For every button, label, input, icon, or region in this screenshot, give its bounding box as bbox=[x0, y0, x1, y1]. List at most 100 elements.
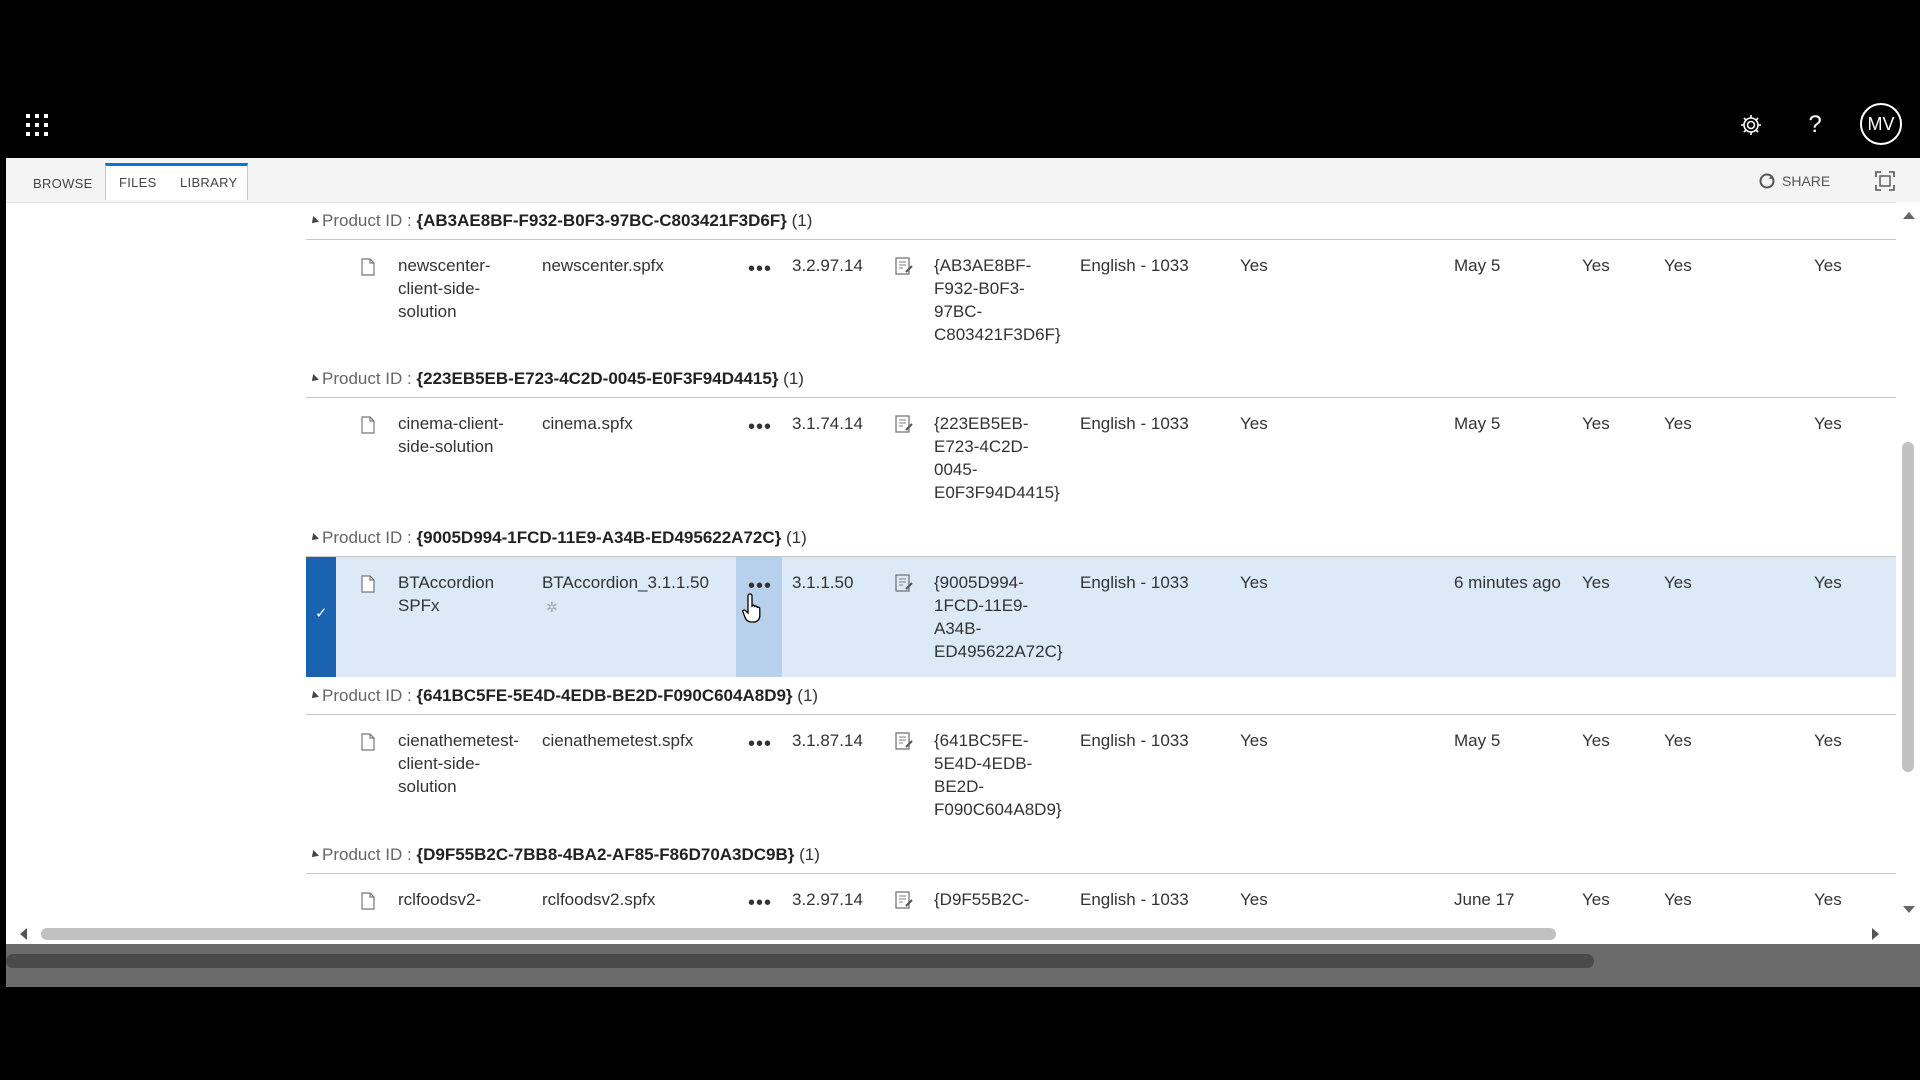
version-cell: 3.2.97.14 bbox=[792, 256, 863, 275]
tab-browse[interactable]: BROWSE bbox=[33, 166, 93, 202]
yes-cell: Yes bbox=[1664, 414, 1692, 433]
browser-frame: ? MV BROWSE FILES LIBRARY SHARE Product … bbox=[6, 92, 1920, 987]
file-name-link[interactable]: rclfoodsv2.spfx bbox=[542, 888, 655, 911]
collapse-triangle-icon[interactable] bbox=[309, 850, 319, 860]
group-count: (1) bbox=[797, 686, 819, 705]
group-header[interactable]: Product ID : {9005D994-1FCD-11E9-A34B-ED… bbox=[306, 519, 1896, 557]
table-row[interactable]: rclfoodsv2- rclfoodsv2.spfx ••• 3.2.97.1… bbox=[306, 874, 1896, 924]
edit-properties-icon[interactable] bbox=[894, 890, 914, 910]
scroll-down-arrow[interactable] bbox=[1903, 906, 1915, 913]
edit-properties-icon[interactable] bbox=[894, 573, 914, 593]
more-options-cell: ••• bbox=[736, 874, 782, 924]
suite-bar: ? MV bbox=[6, 92, 1920, 158]
title-cell[interactable]: BTAccordion SPFx bbox=[398, 571, 538, 617]
modified-cell: May 5 bbox=[1454, 414, 1501, 433]
title-line: side-solution bbox=[398, 437, 494, 456]
settings-gear-icon[interactable] bbox=[1734, 108, 1768, 142]
group-product-id: {223EB5EB-E723-4C2D-0045-E0F3F94D4415} bbox=[416, 369, 779, 388]
scroll-right-arrow[interactable] bbox=[1872, 928, 1879, 940]
yes-cell: Yes bbox=[1664, 890, 1692, 909]
title-cell[interactable]: cienathemetest-client-side-solution bbox=[398, 729, 538, 798]
tab-library[interactable]: LIBRARY bbox=[180, 166, 238, 200]
version-cell: 3.1.1.50 bbox=[792, 573, 854, 592]
product-id-cell: {AB3AE8BF- F932-B0F3- 97BC- C803421F3D6F} bbox=[934, 254, 1061, 346]
title-line: rclfoodsv2- bbox=[398, 890, 482, 909]
title-cell[interactable]: cinema-client-side-solution bbox=[398, 412, 538, 458]
product-id-line: {AB3AE8BF- bbox=[934, 256, 1032, 275]
product-id-line: ED495622A72C} bbox=[934, 642, 1063, 661]
title-cell[interactable]: newscenter-client-side-solution bbox=[398, 254, 538, 323]
collapse-triangle-icon[interactable] bbox=[309, 691, 319, 701]
file-name-link[interactable]: cienathemetest.spfx bbox=[542, 729, 693, 752]
product-group: Product ID : {641BC5FE- 5E4D-4EDB- BE2D- F0… bbox=[306, 677, 1896, 835]
version-cell: 3.2.97.14 bbox=[792, 890, 863, 909]
share-label: SHARE bbox=[1782, 173, 1831, 189]
product-id-line: 0045- bbox=[934, 460, 978, 479]
group-product-id: {641BC5FE-5E4D-4EDB-BE2D-F090C604A8D9} bbox=[416, 686, 793, 705]
group-header[interactable]: Product ID : {641BC5FE-5E4D-4EDB-BE2D-F0… bbox=[306, 677, 1896, 715]
more-options-cell: ••• bbox=[736, 398, 782, 518]
horizontal-scroll-thumb[interactable] bbox=[41, 928, 1556, 940]
product-id-line: E0F3F94D4415} bbox=[934, 483, 1060, 502]
focus-mode-icon[interactable] bbox=[1874, 170, 1896, 192]
document-icon bbox=[361, 733, 375, 751]
title-line: client-side- bbox=[398, 279, 481, 298]
file-name-link[interactable]: cinema.spfx bbox=[542, 412, 633, 435]
table-row[interactable]: newscenter-client-side-solution newscent… bbox=[306, 240, 1896, 360]
product-id-line: {223EB5EB- bbox=[934, 414, 1029, 433]
group-header[interactable]: Product ID : {223EB5EB-E723-4C2D-0045-E0… bbox=[306, 360, 1896, 398]
row-selection-checkbox[interactable]: ✓ bbox=[306, 557, 336, 677]
edit-properties-icon[interactable] bbox=[894, 256, 914, 276]
table-row[interactable]: cienathemetest-client-side-solution cien… bbox=[306, 715, 1896, 835]
edit-properties-icon[interactable] bbox=[894, 414, 914, 434]
product-group: Product ID : {AB3AE8BF- F932-B0F3- 97BC- C8… bbox=[306, 202, 1896, 360]
collapse-triangle-icon[interactable] bbox=[309, 374, 319, 384]
more-options-icon[interactable]: ••• bbox=[748, 416, 772, 439]
outer-scroll-thumb[interactable] bbox=[6, 954, 1594, 968]
vertical-scroll-thumb[interactable] bbox=[1902, 442, 1914, 772]
tab-files[interactable]: FILES bbox=[119, 166, 157, 200]
product-id-line: {D9F55B2C- bbox=[934, 890, 1030, 909]
file-name-link[interactable]: newscenter.spfx bbox=[542, 254, 664, 277]
product-id-line: {9005D994- bbox=[934, 573, 1024, 592]
collapse-triangle-icon[interactable] bbox=[309, 216, 319, 226]
yes-cell: Yes bbox=[1814, 414, 1842, 433]
collapse-triangle-icon[interactable] bbox=[309, 533, 319, 543]
avatar[interactable]: MV bbox=[1860, 103, 1902, 145]
group-label: Product ID : bbox=[322, 211, 412, 230]
yes-cell: Yes bbox=[1582, 573, 1610, 592]
app-launcher-icon[interactable] bbox=[26, 114, 48, 136]
group-product-id: {9005D994-1FCD-11E9-A34B-ED495622A72C} bbox=[416, 528, 782, 547]
share-button[interactable]: SHARE bbox=[1758, 172, 1830, 190]
table-row[interactable]: ✓ BTAccordion SPFx BTAccordion_3.1.1.50 ✲… bbox=[306, 557, 1896, 677]
product-group: Product ID : {D9F55B2C-7BB8-4BA2-AF85-F8… bbox=[306, 836, 1896, 924]
share-icon bbox=[1759, 173, 1775, 189]
yes-cell: Yes bbox=[1814, 256, 1842, 275]
group-product-id: {D9F55B2C-7BB8-4BA2-AF85-F86D70A3DC9B} bbox=[416, 845, 795, 864]
product-group: Product ID : {9005D994- 1FCD-11E9- A34B- ED… bbox=[306, 519, 1896, 677]
more-options-cell: ••• bbox=[736, 715, 782, 835]
title-cell[interactable]: rclfoodsv2- bbox=[398, 888, 538, 911]
table-row[interactable]: cinema-client-side-solution cinema.spfx … bbox=[306, 398, 1896, 518]
group-header[interactable]: Product ID : {D9F55B2C-7BB8-4BA2-AF85-F8… bbox=[306, 836, 1896, 874]
more-options-icon[interactable]: ••• bbox=[748, 733, 772, 756]
edit-properties-icon[interactable] bbox=[894, 731, 914, 751]
title-line: BTAccordion bbox=[398, 573, 495, 592]
document-icon bbox=[361, 575, 375, 593]
group-label: Product ID : bbox=[322, 845, 412, 864]
group-label: Product ID : bbox=[322, 369, 412, 388]
vertical-scrollbar[interactable] bbox=[1896, 202, 1920, 924]
help-icon[interactable]: ? bbox=[1798, 108, 1832, 142]
more-options-icon[interactable]: ••• bbox=[748, 258, 772, 281]
scroll-left-arrow[interactable] bbox=[20, 928, 27, 940]
locale-cell: English - 1033 bbox=[1080, 573, 1189, 592]
more-options-icon[interactable]: ••• bbox=[748, 892, 772, 915]
file-name-link[interactable]: BTAccordion_3.1.1.50 bbox=[542, 571, 709, 594]
group-count: (1) bbox=[799, 845, 820, 864]
group-header[interactable]: Product ID : {AB3AE8BF-F932-B0F3-97BC-C8… bbox=[306, 202, 1896, 240]
scroll-up-arrow[interactable] bbox=[1903, 212, 1915, 219]
horizontal-scrollbar[interactable] bbox=[6, 924, 1896, 944]
product-id-line: E723-4C2D- bbox=[934, 437, 1029, 456]
group-count: (1) bbox=[783, 369, 804, 388]
title-line: cinema-client- bbox=[398, 414, 504, 433]
